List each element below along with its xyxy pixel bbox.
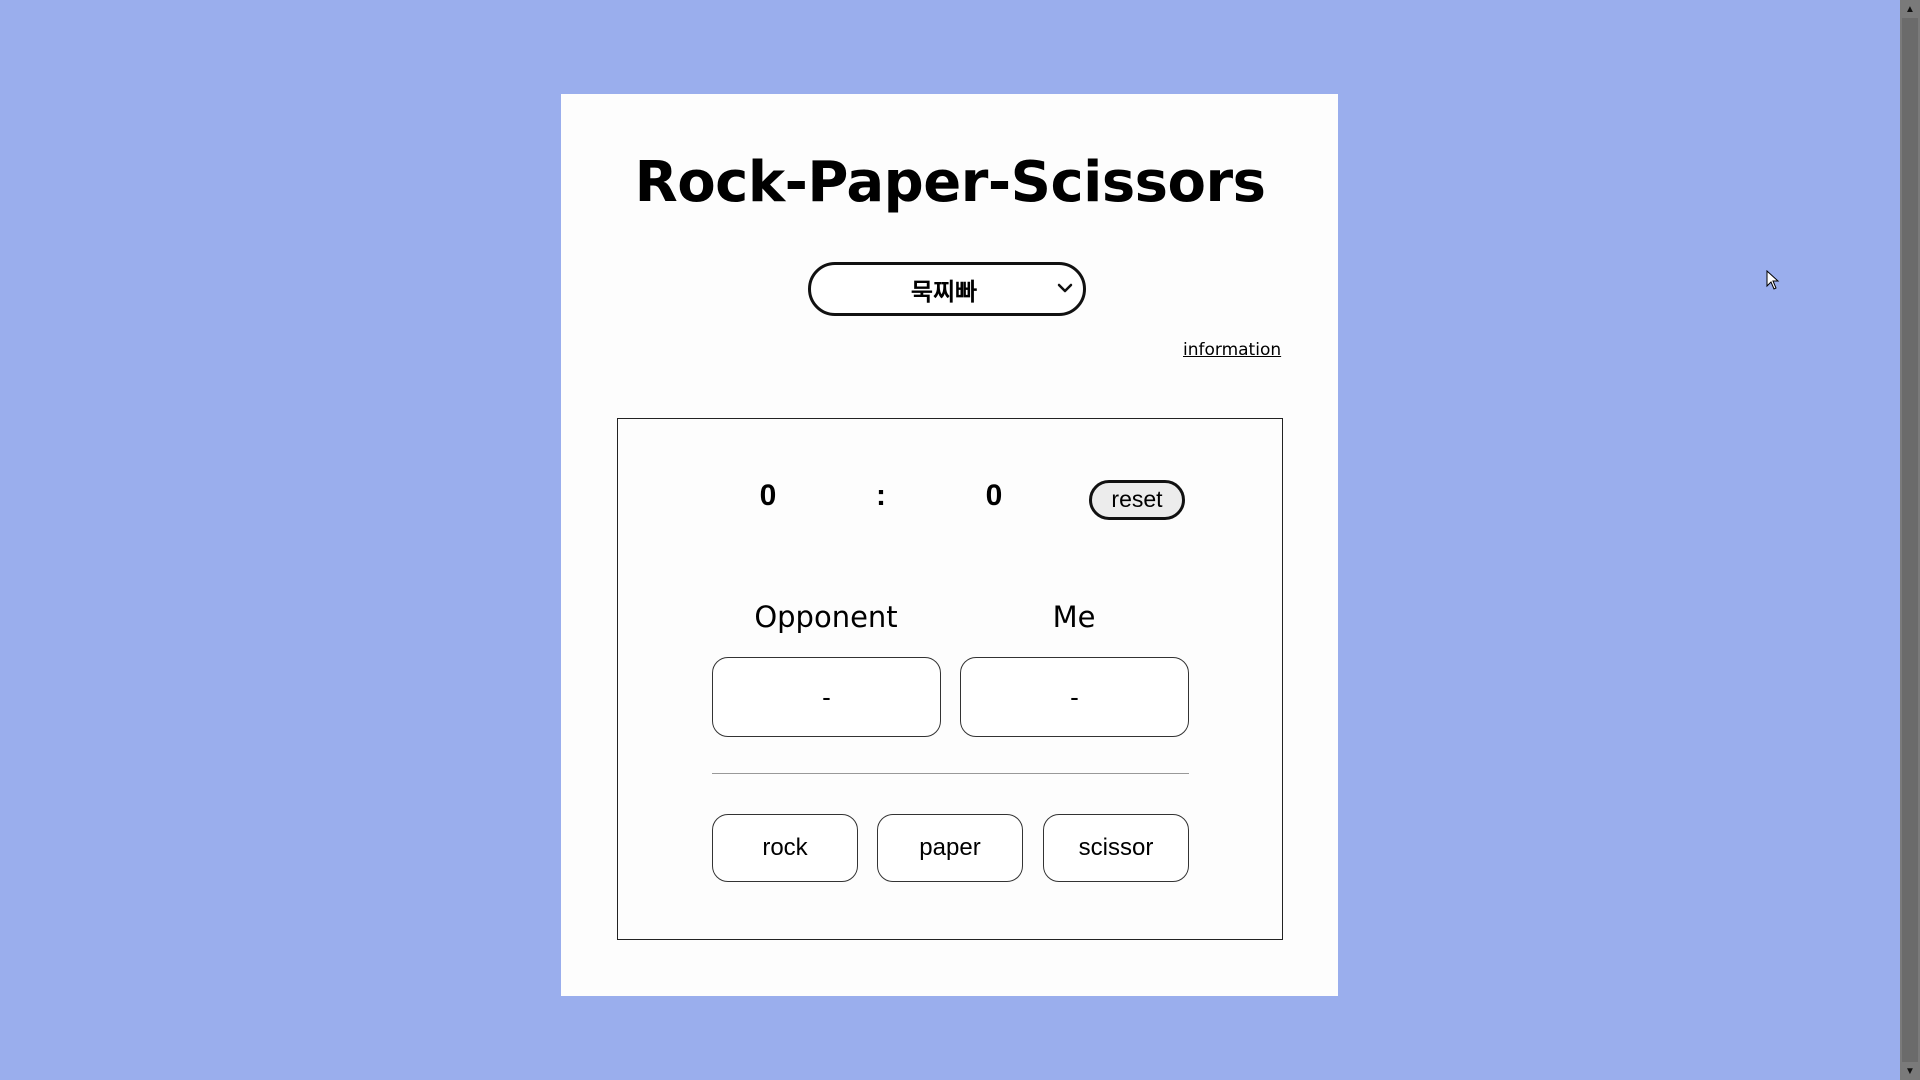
scrollbar-thumb[interactable] [1902,18,1918,1062]
reset-button[interactable]: reset [1089,480,1185,520]
opponent-score: 0 [759,479,777,512]
my-hand-display: - [960,657,1189,737]
game-mode-value: 묵찌빠 [910,277,978,306]
vertical-scrollbar[interactable]: ▲ ▼ [1900,0,1920,1080]
scroll-down-icon[interactable]: ▼ [1900,1062,1920,1080]
score-separator: : [876,479,886,512]
opponent-hand-display: - [712,657,941,737]
scissor-button[interactable]: scissor [1043,814,1189,882]
me-label: Me [1052,600,1096,634]
information-link[interactable]: information [1183,340,1281,360]
my-score: 0 [985,479,1003,512]
chevron-down-icon [1055,278,1075,298]
page-background: Rock-Paper-Scissors 묵찌빠 information 0 : … [0,0,1900,1080]
game-mode-select[interactable]: 묵찌빠 [808,262,1086,316]
divider [712,773,1189,774]
paper-button[interactable]: paper [877,814,1023,882]
rock-button[interactable]: rock [712,814,858,882]
scroll-up-icon[interactable]: ▲ [1900,0,1920,18]
page-title: Rock-Paper-Scissors [634,150,1266,215]
opponent-label: Opponent [754,600,898,634]
mouse-cursor-icon [1766,269,1780,290]
